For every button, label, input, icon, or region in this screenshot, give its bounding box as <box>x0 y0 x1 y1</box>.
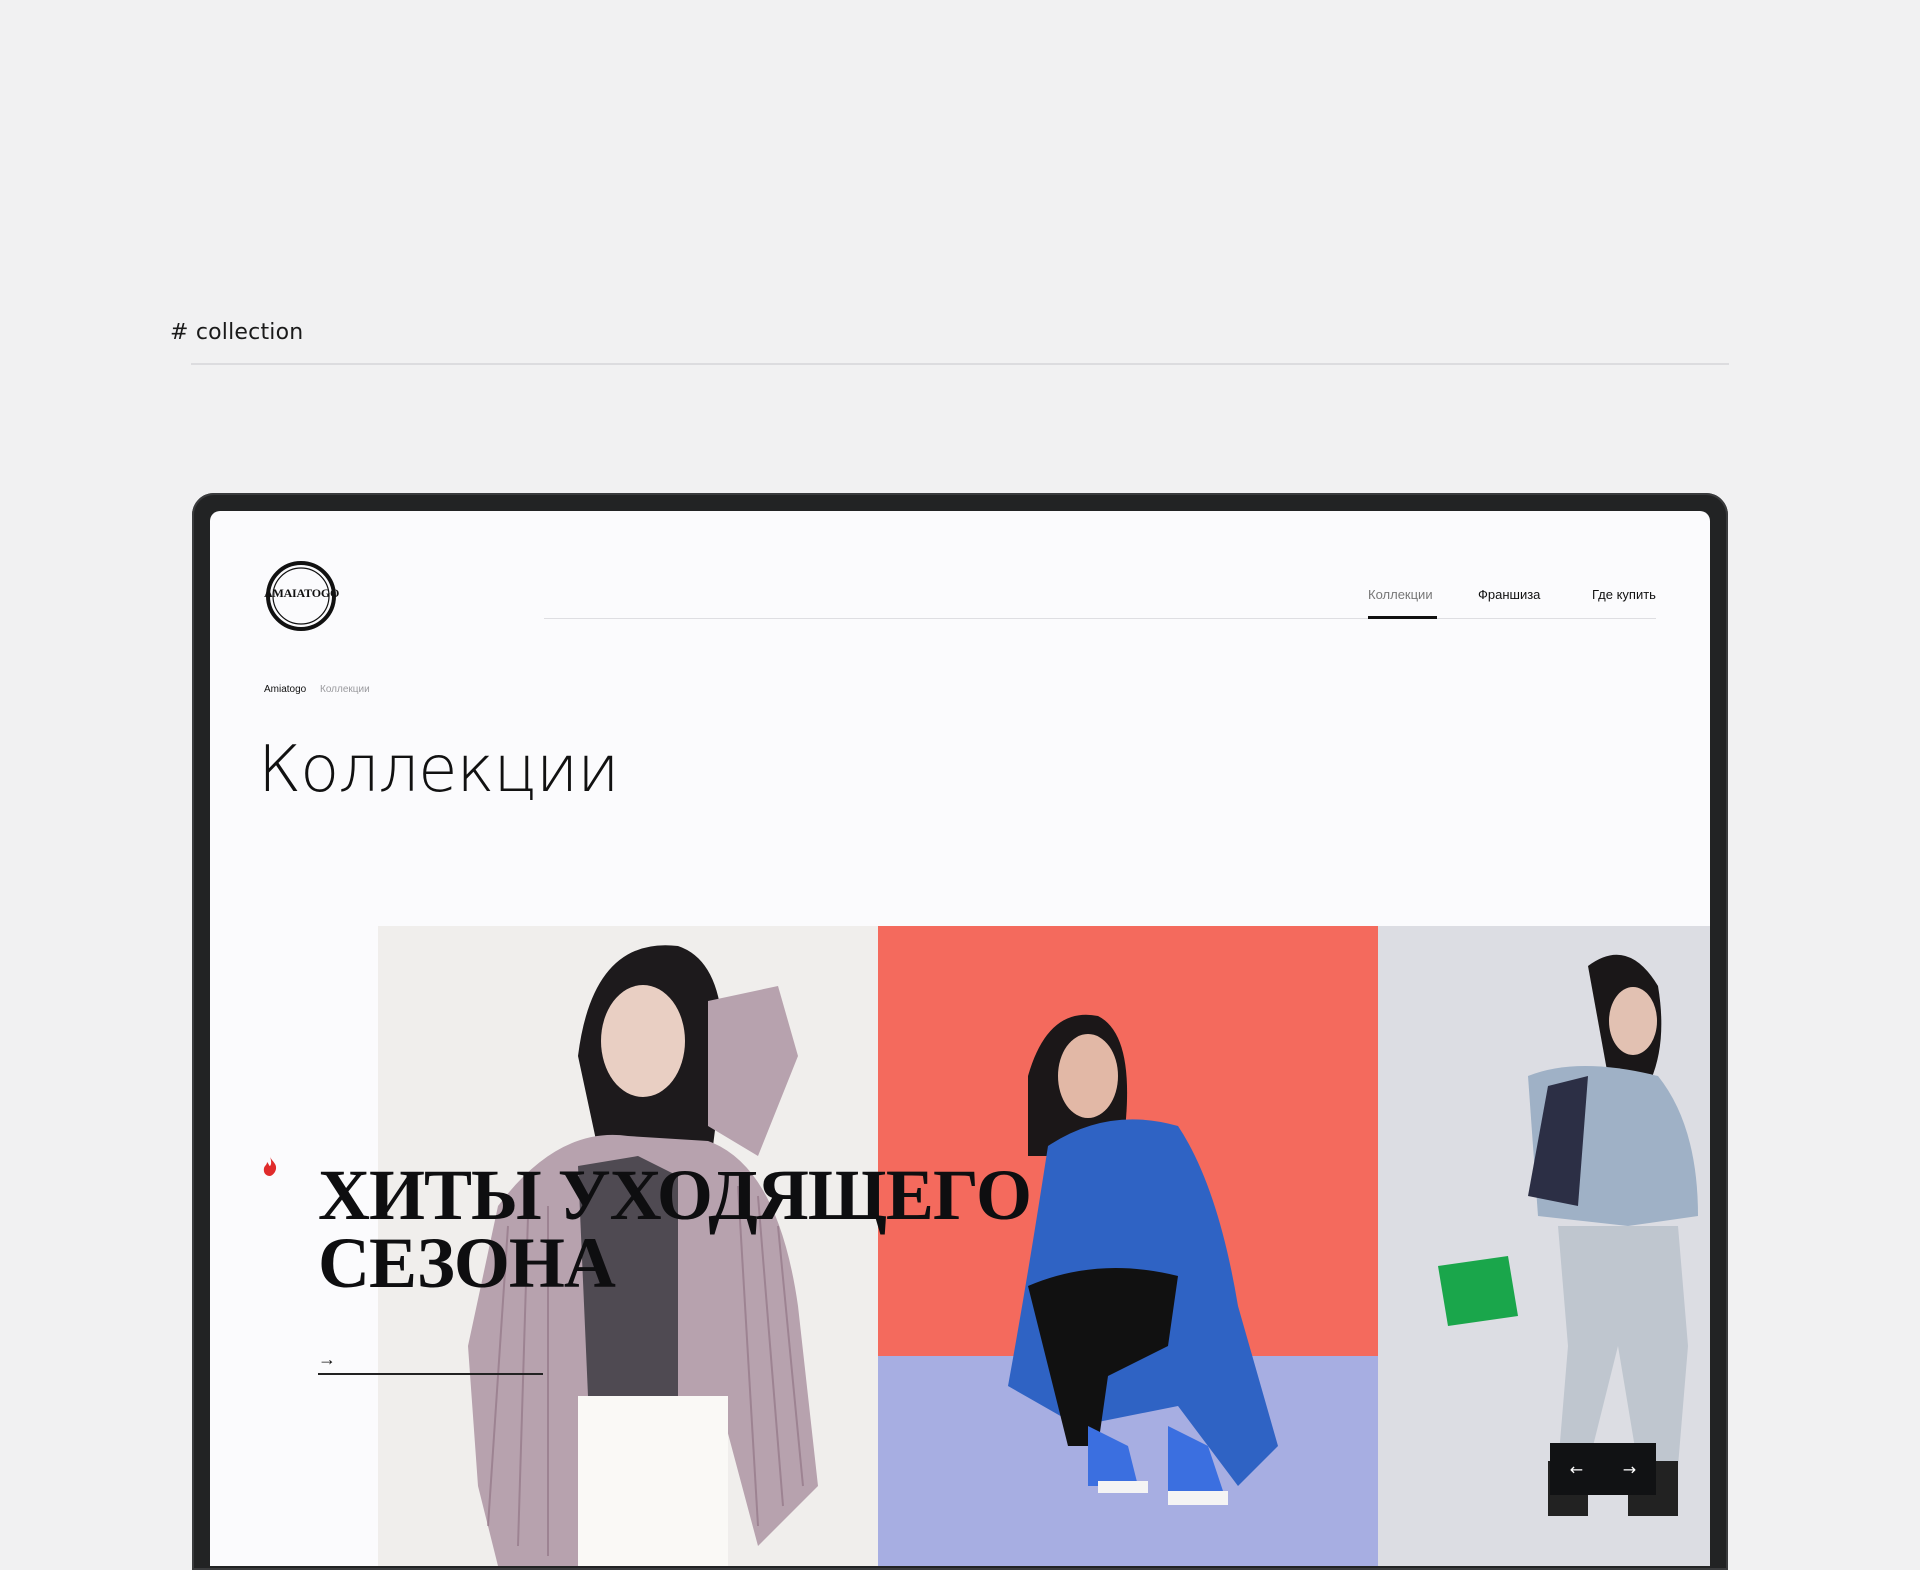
slider-next-button[interactable]: → <box>1603 1443 1656 1495</box>
hero-arrow-link[interactable]: → <box>318 1349 336 1370</box>
model-denim-jacket-image <box>1378 926 1710 1566</box>
breadcrumb-current: Коллекции <box>320 684 370 695</box>
website-screen: AMAIATOGO Коллекции Франшиза Где купить … <box>210 511 1710 1566</box>
collection-photo-3[interactable] <box>1378 926 1710 1566</box>
breadcrumb-home[interactable]: Amiatogo <box>264 684 306 695</box>
brand-logo[interactable]: AMAIATOGO <box>264 559 340 633</box>
nav-divider <box>544 618 1656 619</box>
slider-prev-button[interactable]: ← <box>1550 1443 1603 1495</box>
nav-item-where-to-buy[interactable]: Где купить <box>1592 587 1656 602</box>
hero-title: ХИТЫ УХОДЯЩЕГО СЕЗОНА <box>318 1155 1032 1303</box>
fire-icon <box>263 1156 277 1176</box>
slider-controls: ← → <box>1550 1443 1656 1495</box>
section-label: # collection <box>170 320 304 345</box>
logo-text: AMAIATOGO <box>264 586 340 600</box>
nav-active-indicator <box>1368 616 1437 619</box>
section-divider <box>191 363 1729 365</box>
device-frame: AMAIATOGO Коллекции Франшиза Где купить … <box>192 493 1728 1570</box>
nav-item-franchise[interactable]: Франшиза <box>1478 587 1540 602</box>
nav-item-collections[interactable]: Коллекции <box>1368 587 1433 602</box>
hero-link-underline <box>318 1373 543 1375</box>
page-title: Коллекции <box>258 733 619 807</box>
